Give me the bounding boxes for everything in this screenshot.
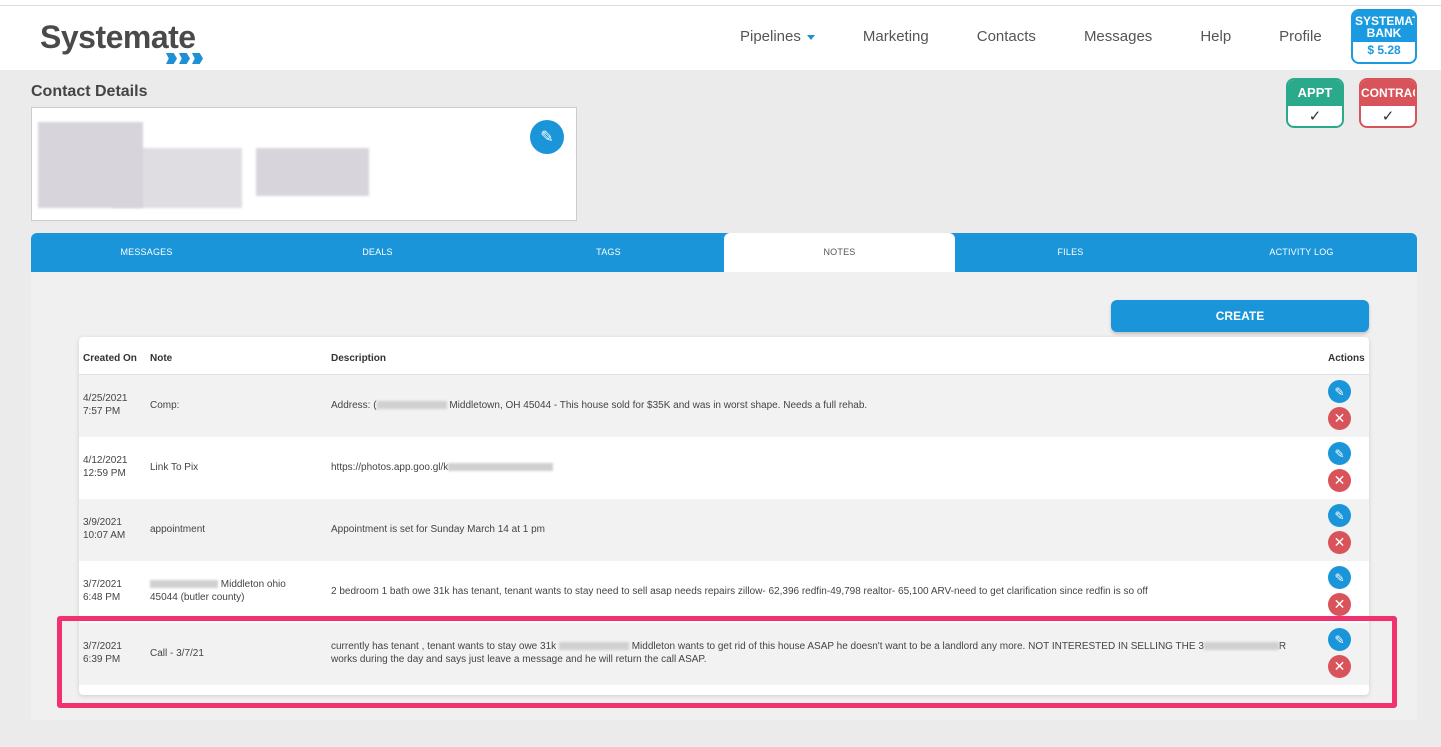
close-icon: ✕ [1333, 658, 1346, 674]
redacted-text [376, 401, 447, 410]
logo[interactable]: Systemate [40, 19, 203, 64]
nav-pipelines[interactable]: Pipelines [740, 28, 815, 45]
nav-messages[interactable]: Messages [1084, 28, 1152, 45]
delete-note-button[interactable]: ✕ [1328, 655, 1351, 678]
row-created-on: 3/7/2021 6:48 PM [83, 579, 122, 603]
main-nav: Pipelines Marketing Contacts Messages He… [740, 28, 1370, 45]
pencil-icon: ✎ [1334, 446, 1345, 461]
delete-note-button[interactable]: ✕ [1328, 469, 1351, 492]
close-icon: ✕ [1333, 596, 1346, 612]
pencil-icon: ✎ [1334, 570, 1345, 585]
table-row: 4/25/2021 7:57 PM Comp: Address: ( Middle… [79, 375, 1369, 437]
appt-label: APPT [1288, 80, 1342, 106]
column-note: Note [150, 353, 173, 364]
table-row: 4/12/2021 12:59 PM Link To Pix https://ph… [79, 437, 1369, 499]
edit-note-button[interactable]: ✎ [1328, 380, 1351, 403]
tab-messages[interactable]: MESSAGES [31, 233, 262, 272]
delete-note-button[interactable]: ✕ [1328, 407, 1351, 430]
row-note: Comp: [150, 400, 180, 411]
table-header: Created On Note Description Actions [79, 337, 1369, 375]
edit-note-button[interactable]: ✎ [1328, 566, 1351, 589]
appt-badge[interactable]: APPT ✓ [1286, 78, 1344, 128]
page-title: Contact Details [31, 83, 148, 100]
row-created-on: 3/9/2021 10:07 AM [83, 517, 126, 541]
check-icon: ✓ [1308, 108, 1322, 125]
logo-text: Systemate [40, 19, 196, 55]
check-icon: ✓ [1381, 108, 1395, 125]
pencil-icon: ✎ [1334, 384, 1345, 399]
redacted-text [1203, 642, 1279, 651]
logo-arrows-icon [166, 53, 203, 64]
nav-marketing[interactable]: Marketing [863, 28, 929, 45]
table-row: 3/7/2021 6:48 PM Middleton ohio 45044 (bu… [79, 561, 1369, 623]
delete-note-button[interactable]: ✕ [1328, 593, 1351, 616]
pencil-icon: ✎ [1334, 508, 1345, 523]
row-note: Call - 3/7/21 [150, 648, 204, 659]
contact-tabs: MESSAGES DEALS TAGS NOTES FILES ACTIVITY… [31, 233, 1417, 272]
contact-card: ✎ [31, 107, 577, 221]
systemate-bank-badge[interactable]: SYSTEMATE BANK $ 5.28 [1351, 9, 1417, 64]
row-created-on: 4/25/2021 7:57 PM [83, 393, 128, 417]
close-icon: ✕ [1333, 410, 1346, 426]
app-header: Systemate Pipelines Marketing Contacts M… [0, 6, 1441, 70]
redacted-text [558, 642, 629, 651]
row-description: 2 bedroom 1 bath owe 31k has tenant, ten… [331, 586, 1148, 597]
tab-files[interactable]: FILES [955, 233, 1186, 272]
column-created-on: Created On [83, 353, 137, 364]
row-note: appointment [150, 524, 206, 535]
table-row: 3/9/2021 10:07 AM appointment Appointment… [79, 499, 1369, 561]
delete-note-button[interactable]: ✕ [1328, 531, 1351, 554]
edit-contact-button[interactable]: ✎ [530, 120, 564, 154]
row-description: https://photos.app.goo.gl/k [331, 461, 1316, 474]
redacted-block [112, 148, 242, 208]
tab-deals[interactable]: DEALS [262, 233, 493, 272]
contract-badge[interactable]: CONTRACT ✓ [1359, 78, 1417, 128]
edit-note-button[interactable]: ✎ [1328, 442, 1351, 465]
pencil-icon: ✎ [540, 129, 554, 146]
redacted-text [448, 463, 554, 472]
row-description: Appointment is set for Sunday March 14 a… [331, 524, 545, 535]
contract-label: CONTRACT [1361, 80, 1415, 106]
notes-table: Created On Note Description Actions 4/25… [79, 337, 1369, 695]
chevron-down-icon [806, 35, 815, 40]
close-icon: ✕ [1333, 534, 1346, 550]
row-created-on: 3/7/2021 6:39 PM [83, 641, 122, 665]
table-row: 3/7/2021 6:39 PM Call - 3/7/21 currently … [79, 623, 1369, 685]
close-icon: ✕ [1333, 472, 1346, 488]
edit-note-button[interactable]: ✎ [1328, 628, 1351, 651]
redacted-block [256, 148, 369, 196]
column-actions: Actions [1328, 353, 1365, 364]
redacted-text [150, 580, 218, 589]
row-description: currently has tenant , tenant wants to s… [331, 641, 1287, 665]
pencil-icon: ✎ [1334, 632, 1345, 647]
column-description: Description [331, 353, 387, 364]
bank-amount: $ 5.28 [1367, 43, 1401, 57]
nav-help[interactable]: Help [1200, 28, 1231, 45]
tab-activity-log[interactable]: ACTIVITY LOG [1186, 233, 1417, 272]
tab-tags[interactable]: TAGS [493, 233, 724, 272]
row-created-on: 4/12/2021 12:59 PM [83, 455, 128, 479]
row-note: Middleton ohio 45044 (butler county) [150, 579, 286, 603]
tab-notes[interactable]: NOTES [724, 233, 955, 272]
nav-contacts[interactable]: Contacts [977, 28, 1036, 45]
create-note-button[interactable]: CREATE [1111, 300, 1369, 332]
bank-label: SYSTEMATE BANK [1353, 11, 1415, 42]
row-note: Link To Pix [150, 462, 199, 473]
edit-note-button[interactable]: ✎ [1328, 504, 1351, 527]
nav-profile[interactable]: Profile [1279, 28, 1322, 45]
row-description: Address: ( Middletown, OH 45044 - This h… [331, 400, 868, 411]
